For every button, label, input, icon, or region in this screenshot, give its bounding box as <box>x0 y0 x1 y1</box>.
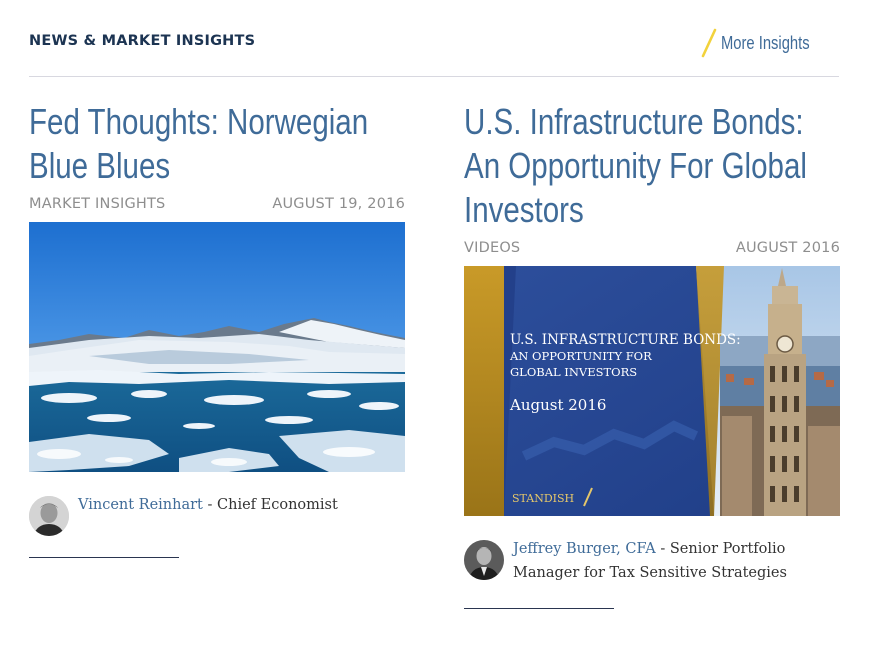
author-byline: Vincent Reinhart - Chief Economist <box>78 493 338 517</box>
standish-logo: STANDISH <box>512 492 574 505</box>
article-category: MARKET INSIGHTS <box>29 196 166 212</box>
article-date: AUGUST 19, 2016 <box>272 196 405 212</box>
card-divider <box>464 608 614 609</box>
article-title[interactable]: Fed Thoughts: Norwegian Blue Blues <box>29 100 406 188</box>
author-name-link[interactable]: Vincent Reinhart <box>78 497 203 513</box>
card-divider <box>29 557 179 558</box>
more-insights-link[interactable]: More Insights <box>701 28 829 58</box>
slide-line-2: AN OPPORTUNITY FOR <box>509 349 652 363</box>
author-avatar <box>464 540 504 580</box>
author-name-link[interactable]: Jeffrey Burger, CFA <box>513 541 656 557</box>
slash-icon <box>701 28 717 58</box>
article-meta: VIDEOS AUGUST 2016 <box>464 240 840 256</box>
article-title[interactable]: U.S. Infrastructure Bonds: An Opportunit… <box>464 100 841 232</box>
section-title: NEWS & MARKET INSIGHTS <box>29 33 256 49</box>
author-avatar <box>29 496 69 536</box>
article-author: Vincent Reinhart - Chief Economist <box>29 496 405 536</box>
glacier-lagoon-image <box>29 222 405 472</box>
article-card: Fed Thoughts: Norwegian Blue Blues MARKE… <box>29 100 405 558</box>
slide-line-1: U.S. INFRASTRUCTURE BONDS: <box>510 332 741 348</box>
video-title-slide: U.S. INFRASTRUCTURE BONDS: AN OPPORTUNIT… <box>464 266 840 516</box>
article-category: VIDEOS <box>464 240 521 256</box>
slide-date: August 2016 <box>509 396 606 414</box>
more-insights-label: More Insights <box>720 32 810 53</box>
section-header: NEWS & MARKET INSIGHTS More Insights <box>29 26 839 77</box>
video-thumbnail[interactable]: U.S. INFRASTRUCTURE BONDS: AN OPPORTUNIT… <box>464 266 840 516</box>
article-date: AUGUST 2016 <box>735 240 840 256</box>
author-role: - Chief Economist <box>207 497 338 513</box>
article-card: U.S. Infrastructure Bonds: An Opportunit… <box>464 100 840 609</box>
article-meta: MARKET INSIGHTS AUGUST 19, 2016 <box>29 196 405 212</box>
slide-line-3: GLOBAL INVESTORS <box>510 365 637 379</box>
author-byline: Jeffrey Burger, CFA - Senior Portfolio M… <box>513 537 803 585</box>
article-image[interactable] <box>29 222 405 472</box>
article-author: Jeffrey Burger, CFA - Senior Portfolio M… <box>464 540 840 585</box>
